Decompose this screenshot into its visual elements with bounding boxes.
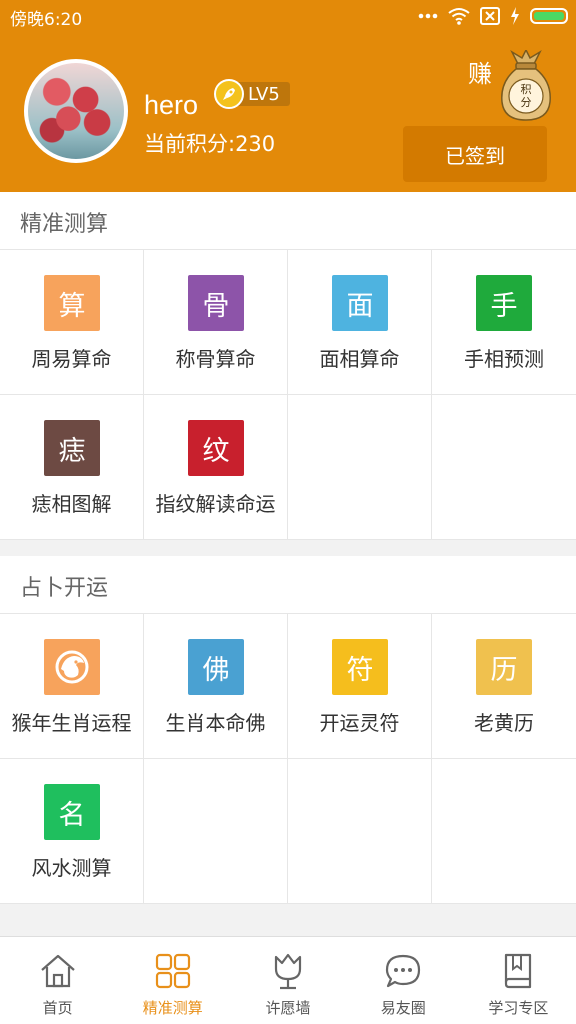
bag-text-1: 积	[521, 83, 532, 96]
grid-empty-cell	[144, 759, 288, 904]
li-icon: 历	[476, 639, 532, 695]
suan-icon: 算	[44, 275, 100, 331]
bag-text-2: 分	[521, 96, 532, 109]
chat-icon	[386, 954, 421, 988]
tab-friends[interactable]: 易友圈	[346, 937, 461, 1024]
section-title-precise: 精准测算	[0, 192, 576, 250]
tab-label: 易友圈	[380, 999, 426, 1017]
grid-item-zhiwen[interactable]: 纹 指纹解读命运	[144, 395, 288, 540]
grid-item-label: 猴年生肖运程	[11, 711, 132, 735]
earn-label[interactable]: 赚	[468, 54, 492, 89]
tab-wish-wall[interactable]: 许愿墙	[230, 937, 345, 1024]
score-text: 当前积分:230	[144, 132, 276, 156]
status-time: 傍晚6:20	[10, 10, 83, 30]
tab-label: 精准测算	[142, 999, 203, 1017]
fu-icon: 符	[332, 639, 388, 695]
user-header: hero LV5 当前积分:230 赚 积 分 已签到	[0, 32, 576, 192]
grid-empty-cell	[432, 395, 576, 540]
status-bar: 傍晚6:20	[0, 0, 576, 32]
mian-icon: 面	[332, 275, 388, 331]
book-icon	[505, 953, 532, 989]
tab-label: 学习专区	[488, 999, 549, 1017]
tab-label: 首页	[42, 999, 73, 1017]
precise-grid: 算 周易算命 骨 称骨算命 面 面相算命 手 手相预测 痣 痣相图解 纹 指纹解…	[0, 250, 576, 540]
grid-empty-cell	[288, 759, 432, 904]
grid-item-almanac[interactable]: 历 老黄历	[432, 614, 576, 759]
grid-item-fengshui[interactable]: 名 风水测算	[0, 759, 144, 904]
grid-item-chenggu[interactable]: 骨 称骨算命	[144, 250, 288, 395]
grid-item-talisman[interactable]: 符 开运灵符	[288, 614, 432, 759]
wen-icon: 纹	[188, 420, 244, 476]
grid-item-mianxiang[interactable]: 面 面相算命	[288, 250, 432, 395]
ming-icon: 名	[44, 784, 100, 840]
grid-item-zodiac-buddha[interactable]: 佛 生肖本命佛	[144, 614, 288, 759]
grid-item-label: 生肖本命佛	[165, 711, 266, 735]
grid-item-label: 痣相图解	[31, 492, 112, 516]
grid-item-label: 风水测算	[31, 856, 112, 880]
gu-icon: 骨	[188, 275, 244, 331]
checkin-button[interactable]: 已签到	[403, 126, 547, 182]
grid-item-label: 手相预测	[464, 347, 544, 371]
battery-icon	[530, 8, 568, 24]
bottom-tab-bar: 首页 精准测算 许愿墙 易友圈 学习专区	[0, 936, 576, 1024]
grid-item-monkey-year[interactable]: 猴年生肖运程	[0, 614, 144, 759]
wifi-icon	[448, 8, 470, 25]
tulip-icon	[274, 953, 302, 990]
grid-item-label: 指纹解读命运	[155, 492, 276, 516]
home-icon	[40, 954, 75, 988]
no-sim-icon	[480, 7, 500, 25]
shou-icon: 手	[476, 275, 532, 331]
charging-icon	[511, 7, 519, 25]
rocket-icon	[214, 79, 244, 109]
grid-item-label: 周易算命	[31, 347, 112, 371]
tab-study[interactable]: 学习专区	[461, 937, 576, 1024]
zhi-icon: 痣	[44, 420, 100, 476]
grid-item-shouxiang[interactable]: 手 手相预测	[432, 250, 576, 395]
tab-precise[interactable]: 精准测算	[115, 937, 230, 1024]
tab-label: 许愿墙	[265, 999, 311, 1017]
avatar[interactable]	[24, 59, 128, 163]
grid-item-label: 称骨算命	[175, 347, 256, 371]
grid-item-label: 面相算命	[319, 347, 400, 371]
more-dots-icon	[418, 13, 438, 19]
grid-item-label: 开运灵符	[319, 711, 400, 735]
grid-empty-cell	[288, 395, 432, 540]
status-icons	[418, 6, 568, 26]
divination-grid: 猴年生肖运程 佛 生肖本命佛 符 开运灵符 历 老黄历 名 风水测算	[0, 614, 576, 904]
section-title-divination: 占卜开运	[0, 556, 576, 614]
tab-home[interactable]: 首页	[0, 937, 115, 1024]
grid-icon	[155, 953, 190, 989]
monkey-icon	[44, 639, 100, 695]
username: hero	[144, 90, 199, 120]
level-badge: LV5	[214, 79, 290, 109]
grid-item-zhouyi[interactable]: 算 周易算命	[0, 250, 144, 395]
grid-item-label: 老黄历	[474, 711, 534, 735]
grid-item-zhixiang[interactable]: 痣 痣相图解	[0, 395, 144, 540]
points-bag-icon[interactable]: 积 分	[498, 50, 554, 122]
grid-empty-cell	[432, 759, 576, 904]
fo-icon: 佛	[188, 639, 244, 695]
